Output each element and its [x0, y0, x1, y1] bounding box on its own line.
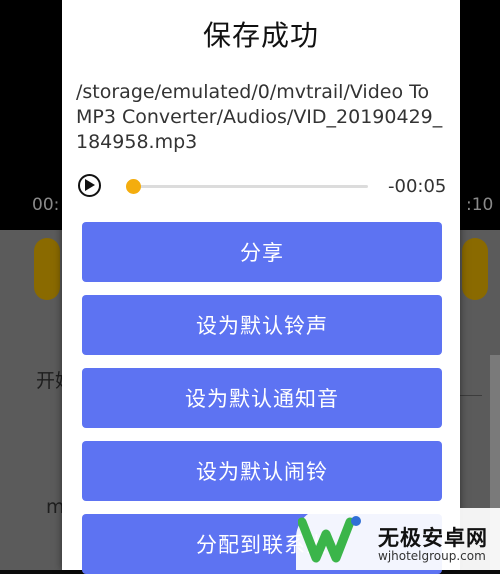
- watermark-url: wjhotelgroup.com: [378, 549, 486, 563]
- set-alarm-button[interactable]: 设为默认闹铃: [82, 441, 442, 501]
- seek-thumb[interactable]: [126, 179, 141, 194]
- dialog-title: 保存成功: [202, 19, 319, 52]
- set-notification-button[interactable]: 设为默认通知音: [82, 368, 442, 428]
- share-button[interactable]: 分享: [82, 222, 442, 282]
- watermark-logo-icon: [297, 512, 374, 570]
- remaining-time: -00:05: [388, 176, 447, 197]
- bg-trim-handle-left: [34, 238, 60, 300]
- file-path: /storage/emulated/0/mvtrail/Video To MP3…: [76, 81, 443, 153]
- watermark-title: 无极安卓网: [378, 526, 488, 550]
- bg-time-left: 00:: [32, 195, 60, 215]
- save-success-dialog: 保存成功 /storage/emulated/0/mvtrail/Video T…: [62, 0, 460, 574]
- bg-trim-handle-right: [462, 238, 488, 300]
- seek-track[interactable]: [128, 185, 368, 188]
- bg-time-right: :10: [466, 195, 494, 215]
- audio-player: -00:05: [76, 172, 452, 202]
- play-icon[interactable]: [78, 174, 101, 197]
- set-ringtone-button[interactable]: 设为默认铃声: [82, 295, 442, 355]
